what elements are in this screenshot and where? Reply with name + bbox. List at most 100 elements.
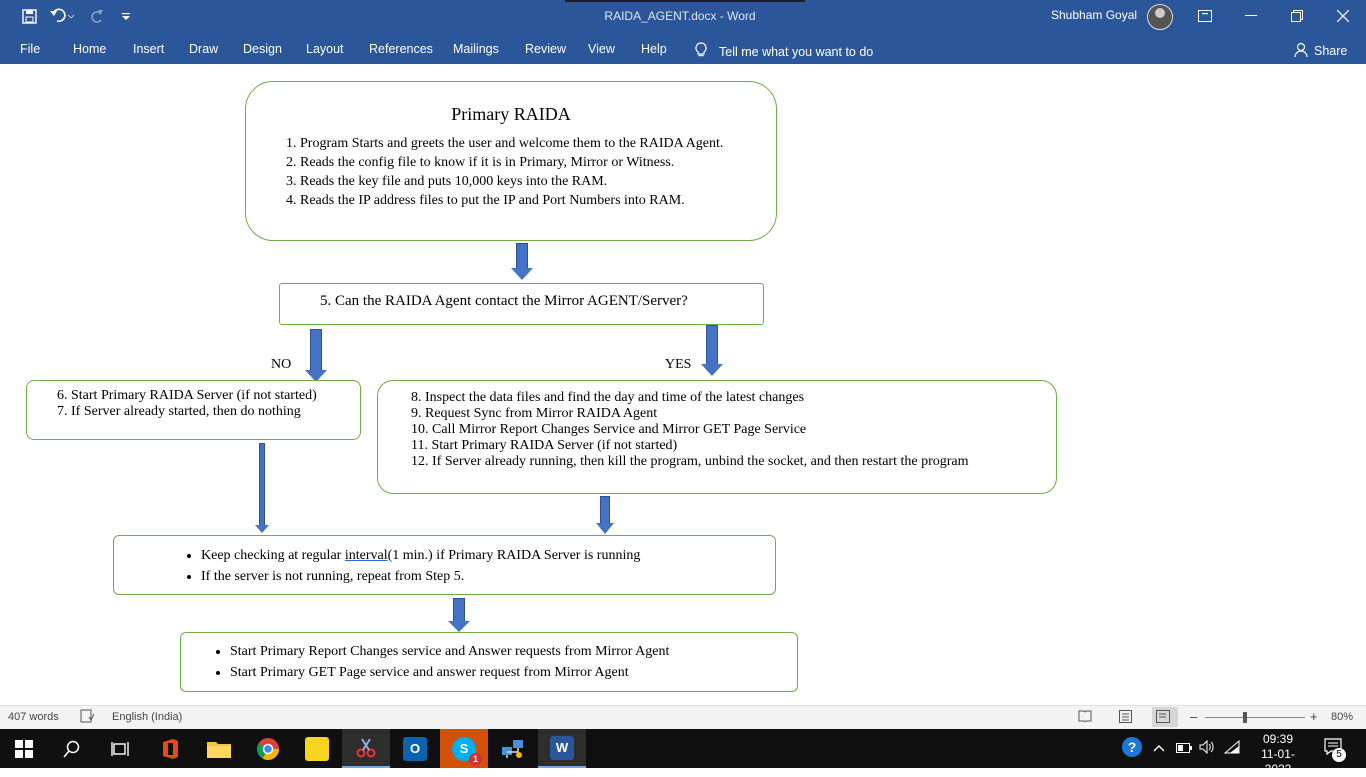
skype-icon: S 1 bbox=[452, 736, 482, 766]
wifi-icon[interactable] bbox=[1223, 739, 1240, 757]
primary-steps-list: Program Starts and greets the user and w… bbox=[300, 134, 776, 210]
no-branch-box[interactable]: 6. Start Primary RAIDA Server (if not st… bbox=[26, 380, 361, 440]
zoom-slider-track[interactable] bbox=[1205, 717, 1305, 718]
outlook-app[interactable]: O bbox=[391, 729, 439, 768]
tell-me-search[interactable]: Tell me what you want to do bbox=[695, 42, 873, 61]
tab-insert[interactable]: Insert bbox=[133, 42, 164, 56]
tab-layout[interactable]: Layout bbox=[306, 42, 344, 56]
read-mode-icon[interactable] bbox=[1078, 710, 1092, 725]
tab-design[interactable]: Design bbox=[243, 42, 282, 56]
search-button[interactable] bbox=[48, 729, 96, 768]
list-item: 8. Inspect the data files and find the d… bbox=[411, 390, 805, 405]
flagged-word[interactable]: interval bbox=[345, 548, 388, 563]
task-view-button[interactable] bbox=[96, 729, 144, 768]
restore-icon[interactable] bbox=[1288, 6, 1306, 26]
list-item: If the server is not running, repeat fro… bbox=[201, 566, 640, 587]
volume-icon[interactable] bbox=[1199, 739, 1215, 757]
help-icon[interactable]: ? bbox=[1121, 736, 1143, 763]
svg-text:?: ? bbox=[1128, 739, 1137, 755]
services-box[interactable]: Start Primary Report Changes service and… bbox=[180, 632, 798, 692]
scissors-icon bbox=[354, 736, 378, 760]
task-view-icon bbox=[111, 741, 129, 756]
zoom-level[interactable]: 80% bbox=[1331, 711, 1353, 723]
services-list: Start Primary Report Changes service and… bbox=[230, 641, 669, 683]
battery-icon[interactable] bbox=[1176, 742, 1192, 756]
clock[interactable]: 09:39 11-01-2022 bbox=[1249, 732, 1307, 777]
list-item: Start Primary GET Page service and answe… bbox=[230, 662, 669, 683]
list-item: Reads the config file to know if it is i… bbox=[300, 153, 776, 172]
ribbon-tab-bar: File Home Insert Draw Design Layout Refe… bbox=[0, 33, 1366, 64]
monitoring-list: Keep checking at regular interval(1 min.… bbox=[201, 545, 640, 587]
office-app[interactable] bbox=[146, 729, 194, 768]
taskbar: O S 1 W ? 09:39 11-01-2022 5 bbox=[0, 729, 1366, 776]
word-count[interactable]: 407 words bbox=[8, 711, 59, 723]
list-item: Keep checking at regular interval(1 min.… bbox=[201, 545, 640, 566]
tab-view[interactable]: View bbox=[588, 42, 615, 56]
sticky-notes-icon bbox=[305, 736, 329, 761]
snipping-tool-app[interactable] bbox=[342, 729, 390, 768]
document-canvas[interactable]: Primary RAIDA Program Starts and greets … bbox=[0, 64, 1366, 705]
ribbon-display-icon[interactable] bbox=[1196, 6, 1214, 26]
office-icon bbox=[158, 737, 182, 761]
tab-review[interactable]: Review bbox=[525, 42, 566, 56]
chrome-app[interactable] bbox=[244, 729, 292, 768]
clock-time: 09:39 bbox=[1262, 732, 1294, 746]
tab-mailings[interactable]: Mailings bbox=[453, 42, 499, 56]
yes-branch-box[interactable]: 8. Inspect the data files and find the d… bbox=[377, 380, 1057, 494]
share-button[interactable]: Share bbox=[1294, 42, 1347, 60]
tray-chevron-up-icon[interactable] bbox=[1153, 741, 1165, 755]
document-title: RAIDA_AGENT.docx - Word bbox=[604, 9, 756, 23]
user-avatar[interactable] bbox=[1147, 4, 1173, 30]
down-arrow bbox=[255, 443, 269, 533]
yes-branch-list: 8. Inspect the data files and find the d… bbox=[411, 390, 969, 470]
start-button[interactable] bbox=[0, 729, 48, 768]
list-item-text: (1 min.) if Primary RAIDA Server is runn… bbox=[387, 548, 641, 563]
minimize-icon[interactable] bbox=[1242, 6, 1260, 26]
proofing-icon[interactable] bbox=[80, 709, 95, 726]
primary-raida-box[interactable]: Primary RAIDA Program Starts and greets … bbox=[245, 81, 777, 241]
skype-app[interactable]: S 1 bbox=[440, 729, 488, 768]
outlook-icon: O bbox=[403, 736, 427, 761]
network-app[interactable] bbox=[489, 729, 537, 768]
save-icon[interactable] bbox=[20, 6, 38, 26]
question-text: 5. Can the RAIDA Agent contact the Mirro… bbox=[320, 293, 688, 309]
search-icon bbox=[63, 740, 80, 758]
tab-home[interactable]: Home bbox=[73, 42, 106, 56]
zoom-out-button[interactable]: – bbox=[1190, 709, 1197, 724]
list-item: 9. Request Sync from Mirror RAIDA Agent bbox=[411, 406, 658, 421]
status-bar: 407 words English (India) – + 80% bbox=[0, 705, 1366, 730]
close-icon[interactable] bbox=[1334, 6, 1352, 26]
yes-label: YES bbox=[665, 357, 692, 372]
down-arrow bbox=[596, 496, 614, 534]
sticky-notes-app[interactable] bbox=[293, 729, 341, 768]
notification-center-icon[interactable]: 5 bbox=[1324, 738, 1346, 762]
list-item: Start Primary Report Changes service and… bbox=[230, 641, 669, 662]
tab-references[interactable]: References bbox=[369, 42, 433, 56]
tell-me-label: Tell me what you want to do bbox=[719, 44, 874, 59]
title-bar: RAIDA_AGENT.docx - Word Shubham Goyal bbox=[0, 0, 1366, 33]
tab-draw[interactable]: Draw bbox=[189, 42, 218, 56]
undo-icon[interactable] bbox=[48, 6, 76, 26]
print-layout-icon[interactable] bbox=[1119, 710, 1132, 726]
word-icon: W bbox=[550, 735, 574, 760]
share-label: Share bbox=[1314, 44, 1348, 58]
list-item: 10. Call Mirror Report Changes Service a… bbox=[411, 422, 807, 437]
file-explorer-app[interactable] bbox=[195, 729, 243, 768]
no-branch-list: 6. Start Primary RAIDA Server (if not st… bbox=[57, 388, 317, 420]
customize-qat-icon[interactable] bbox=[118, 6, 134, 26]
word-app[interactable]: W bbox=[538, 729, 586, 768]
tab-help[interactable]: Help bbox=[641, 42, 667, 56]
language[interactable]: English (India) bbox=[112, 711, 182, 723]
user-name[interactable]: Shubham Goyal bbox=[1051, 8, 1137, 22]
list-item: Reads the IP address files to put the IP… bbox=[300, 191, 776, 210]
list-item: Program Starts and greets the user and w… bbox=[300, 134, 776, 153]
zoom-slider-thumb[interactable] bbox=[1243, 712, 1247, 723]
down-arrow bbox=[701, 325, 723, 377]
tab-file[interactable]: File bbox=[20, 42, 40, 56]
monitoring-box[interactable]: Keep checking at regular interval(1 min.… bbox=[113, 535, 776, 595]
zoom-in-button[interactable]: + bbox=[1310, 709, 1318, 724]
notification-count: 5 bbox=[1332, 748, 1346, 762]
web-layout-icon[interactable] bbox=[1152, 707, 1178, 727]
redo-icon[interactable] bbox=[88, 6, 106, 26]
contact-mirror-question-box[interactable]: 5. Can the RAIDA Agent contact the Mirro… bbox=[279, 283, 764, 325]
